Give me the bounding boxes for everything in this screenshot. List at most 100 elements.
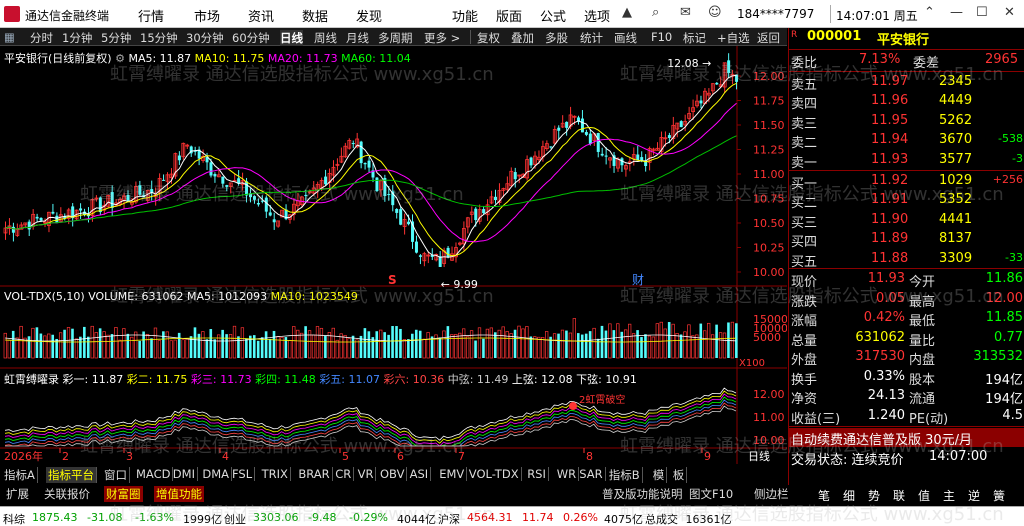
candle-body bbox=[482, 209, 486, 214]
settings-icon[interactable]: ⚙ bbox=[115, 52, 125, 65]
menu-zixun[interactable]: 资讯 bbox=[248, 6, 274, 25]
ind-tick-label: 11.00 bbox=[753, 411, 785, 424]
tb-5min[interactable]: 5分钟 bbox=[101, 30, 131, 46]
indicator-tab[interactable]: MACD bbox=[134, 467, 174, 481]
tb-fanhui[interactable]: 返回 bbox=[757, 30, 780, 46]
indicator-tab[interactable]: 板 bbox=[671, 467, 688, 483]
quote-tab[interactable]: 主 bbox=[943, 487, 955, 504]
indicator-tab[interactable]: TRIX bbox=[260, 467, 291, 481]
indicator-tab[interactable]: 窗口 bbox=[102, 467, 130, 483]
kline-chart-svg[interactable]: 12.00 11.75 11.50 11.25 11.00 10.75 10.50 10.25… bbox=[0, 46, 787, 464]
minimize-icon[interactable]: — bbox=[950, 5, 963, 20]
extension-tab[interactable]: 扩展 bbox=[4, 486, 31, 502]
indicator-tab[interactable]: SAR bbox=[577, 467, 606, 481]
status-item: -1.63% bbox=[135, 511, 174, 524]
indicator-tab[interactable]: EMV bbox=[437, 467, 468, 481]
volume-bar bbox=[79, 336, 82, 358]
indicator-tab[interactable]: WR bbox=[555, 467, 580, 481]
volume-bar bbox=[454, 334, 458, 359]
indicator-tab[interactable]: 指标平台 bbox=[46, 467, 97, 483]
indicator-tab[interactable]: FSL bbox=[230, 467, 256, 481]
volume-bar bbox=[465, 336, 470, 359]
volume-bar bbox=[651, 336, 656, 359]
indicator-tab[interactable]: 指标B bbox=[607, 467, 643, 483]
candle-body bbox=[51, 211, 55, 214]
indicator-tab[interactable]: DMI bbox=[171, 467, 198, 481]
chevron-up-icon[interactable]: ⌃ bbox=[924, 5, 935, 20]
menu-gongshi[interactable]: 公式 bbox=[540, 6, 566, 25]
divider bbox=[470, 30, 471, 44]
candle-body bbox=[264, 197, 268, 212]
help-tab[interactable]: 侧边栏 bbox=[752, 486, 791, 502]
promo-text[interactable]: 自动续费通达信普及版 30元/月 bbox=[791, 429, 972, 448]
indicator-tab[interactable]: VR bbox=[356, 467, 377, 481]
promo-banner[interactable]: 自动续费通达信普及版 30元/月 bbox=[789, 428, 1024, 448]
indicator-tab[interactable]: 指标A bbox=[2, 467, 38, 483]
tb-f10[interactable]: F10 bbox=[651, 30, 672, 44]
tb-60min[interactable]: 60分钟 bbox=[232, 30, 270, 46]
tb-zixuan[interactable]: +自选 bbox=[717, 30, 750, 46]
tb-tongji[interactable]: 统计 bbox=[580, 30, 603, 46]
close-icon[interactable]: ✕ bbox=[1004, 5, 1015, 20]
tb-15min[interactable]: 15分钟 bbox=[140, 30, 178, 46]
help-tab[interactable]: 图文F10 bbox=[687, 486, 735, 502]
maximize-icon[interactable]: ☐ bbox=[976, 5, 988, 20]
indicator-tab[interactable]: OBV bbox=[378, 467, 408, 481]
indicator-tab[interactable]: 模 bbox=[651, 467, 668, 483]
status-item: 16361亿 bbox=[685, 513, 732, 526]
user-icon[interactable]: ☺ bbox=[708, 5, 722, 20]
extension-tab[interactable]: 关联报价 bbox=[42, 486, 92, 502]
menu-shichang[interactable]: 市场 bbox=[194, 6, 220, 25]
up-arrow-icon[interactable]: ▲ bbox=[622, 5, 632, 20]
help-tab[interactable]: 普及版功能说明 bbox=[600, 486, 685, 502]
menu-shuju[interactable]: 数据 bbox=[302, 6, 328, 25]
book-label: 卖五 bbox=[791, 78, 818, 93]
user-account[interactable]: 184****7797 bbox=[737, 7, 814, 21]
tb-gengduo[interactable]: 更多 > bbox=[424, 30, 460, 46]
tb-rixian[interactable]: 日线 bbox=[280, 30, 303, 46]
candle-body bbox=[715, 82, 719, 85]
indicator-tab[interactable]: CR bbox=[333, 467, 355, 481]
volume-bar bbox=[636, 330, 639, 358]
tb-duozhouqi[interactable]: 多周期 bbox=[378, 30, 413, 46]
vol-tick-label: 5000 bbox=[753, 331, 781, 344]
tb-fuquan[interactable]: 复权 bbox=[477, 30, 500, 46]
tb-biaoji[interactable]: 标记 bbox=[683, 30, 706, 46]
indicator-tab[interactable]: DMA bbox=[200, 467, 233, 481]
tb-yuexian[interactable]: 月线 bbox=[346, 30, 369, 46]
tb-diejia[interactable]: 叠加 bbox=[511, 30, 534, 46]
quote-tab[interactable]: 值 bbox=[918, 487, 930, 504]
menu-banmian[interactable]: 版面 bbox=[496, 6, 522, 25]
menu-faxian[interactable]: 发现 bbox=[356, 6, 382, 25]
tb-1min[interactable]: 1分钟 bbox=[62, 30, 92, 46]
indicator-tab[interactable]: VOL-TDX bbox=[467, 467, 522, 481]
quote-tab[interactable]: 势 bbox=[868, 487, 880, 504]
menu-xuanxiang[interactable]: 选项 bbox=[584, 6, 610, 25]
quote-tab[interactable]: 簧 bbox=[993, 487, 1005, 504]
indicator-tab[interactable]: ASI bbox=[408, 467, 432, 481]
grid-icon[interactable]: ▦ bbox=[4, 30, 15, 44]
menu-hangqing[interactable]: 行情 bbox=[138, 6, 164, 25]
extension-tab[interactable]: 增值功能 bbox=[154, 486, 204, 502]
chart-area[interactable]: 12.00 11.75 11.50 11.25 11.00 10.75 10.50 10.25… bbox=[0, 46, 787, 464]
search-icon[interactable]: ⌕ bbox=[652, 5, 659, 20]
volume-bar bbox=[7, 339, 11, 359]
volume-bar bbox=[707, 322, 711, 359]
indicator-tab[interactable]: BRAR bbox=[296, 467, 333, 481]
quote-tab[interactable]: 笔 bbox=[818, 487, 830, 504]
indicator-tab[interactable]: RSI bbox=[525, 467, 549, 481]
quote-tab[interactable]: 联 bbox=[893, 487, 905, 504]
tb-duogu[interactable]: 多股 bbox=[545, 30, 568, 46]
tb-zhouxian[interactable]: 周线 bbox=[314, 30, 337, 46]
volume-bar bbox=[647, 335, 652, 359]
extension-tab[interactable]: 财富圈 bbox=[104, 486, 143, 502]
tb-fenshi[interactable]: 分时 bbox=[30, 30, 53, 46]
menu-gongneng[interactable]: 功能 bbox=[452, 6, 478, 25]
tb-huaxian[interactable]: 画线 bbox=[614, 30, 637, 46]
volume-bar bbox=[145, 333, 150, 359]
quote-tab[interactable]: 细 bbox=[843, 487, 855, 504]
tb-30min[interactable]: 30分钟 bbox=[186, 30, 224, 46]
envelope-icon[interactable]: ✉ bbox=[680, 5, 691, 20]
volume-bar bbox=[485, 328, 490, 359]
quote-tab[interactable]: 逆 bbox=[968, 487, 980, 504]
